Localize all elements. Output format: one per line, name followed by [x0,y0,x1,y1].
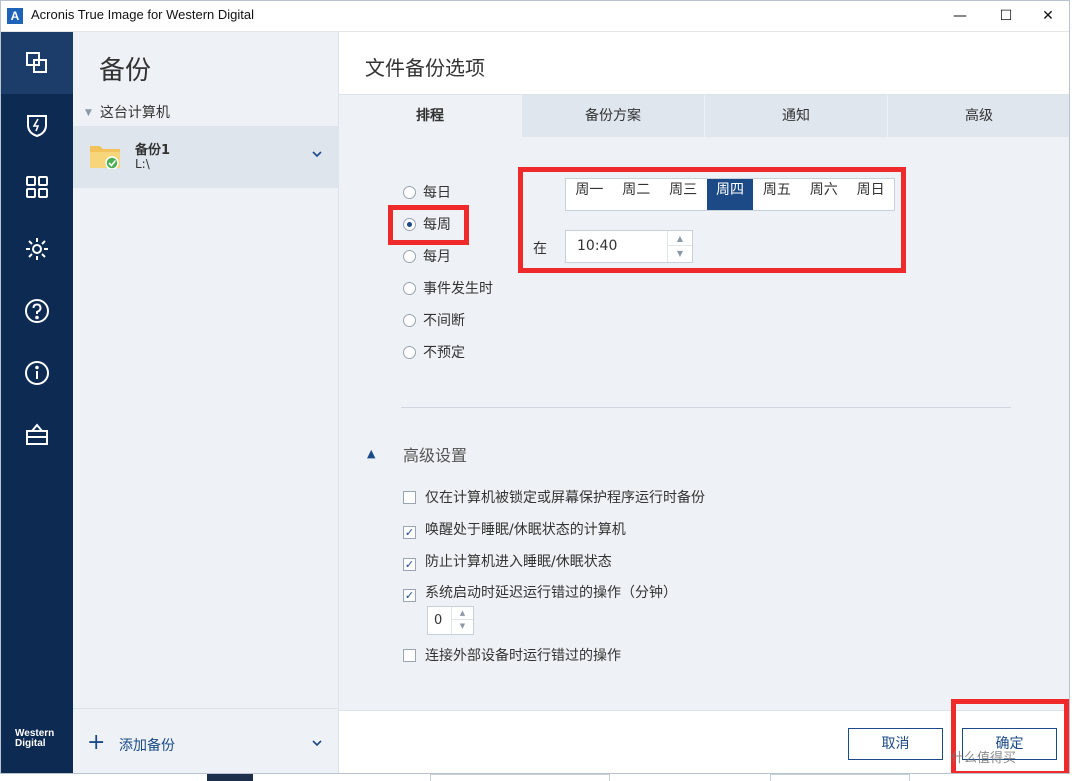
checkbox-unchecked [403,491,416,504]
delay-minutes-value: 0 [434,613,443,628]
checkbox-checked-icon: ✓ [403,526,416,539]
western-digital-logo: Western Digital [15,728,55,749]
cancel-button[interactable]: 取消 [848,728,943,760]
backup-list-panel: 备份 ▼ 这台计算机 备份1 L:\ + 添加备份 [73,32,339,773]
tree-root-this-computer[interactable]: ▼ 这台计算机 [85,102,170,122]
window-title: Acronis True Image for Western Digital [31,7,255,22]
add-backup-label: 添加备份 [119,738,175,754]
nav-store-bag-icon[interactable] [1,404,73,466]
spinner-up-icon[interactable]: ▲ [668,231,692,246]
title-bar: A Acronis True Image for Western Digital… [1,1,1069,32]
radio-circle-selected [403,218,416,231]
radio-circle [403,314,416,327]
day-sat[interactable]: 周六 [800,179,847,210]
maximize-button[interactable]: ☐ [983,1,1029,32]
radio-circle [403,346,416,359]
time-input[interactable]: 10:40 ▲ ▼ [565,230,693,263]
app-window: A Acronis True Image for Western Digital… [0,0,1070,774]
nav-tools-grid-icon[interactable] [1,156,73,218]
radio-daily[interactable]: 每日 [403,182,451,202]
nav-settings-gear-icon[interactable] [1,218,73,280]
add-backup-button[interactable]: + 添加备份 [73,708,339,773]
close-button[interactable]: ✕ [1025,1,1069,32]
page-title: 文件备份选项 [365,56,485,80]
nav-info-icon[interactable] [1,342,73,404]
tab-schedule[interactable]: 排程 [339,95,522,137]
advanced-settings-title: 高级设置 [403,446,468,465]
day-fri[interactable]: 周五 [753,179,800,210]
panel-title: 备份 [99,56,152,86]
checkbox-wake-computer[interactable]: ✓ 唤醒处于睡眠/休眠状态的计算机 [403,519,626,539]
tab-advanced[interactable]: 高级 [888,95,1069,137]
tab-notifications[interactable]: 通知 [705,95,888,137]
checkbox-unchecked [403,649,416,662]
backup-list-item[interactable]: 备份1 L:\ [73,126,339,188]
day-mon[interactable]: 周一 [566,179,613,210]
checkbox-backup-when-locked[interactable]: 仅在计算机被锁定或屏幕保护程序运行时备份 [403,487,705,507]
time-spinner: ▲ ▼ [667,231,692,262]
background-window-fragment [770,774,910,781]
time-value: 10:40 [577,238,618,254]
collapse-triangle-icon: ▼ [85,108,92,118]
spinner-down-icon[interactable]: ▼ [668,246,692,261]
options-header: 文件备份选项 [339,32,1069,95]
nav-backup-icon[interactable] [1,32,73,94]
minutes-spinner: ▲ ▼ [451,607,473,634]
day-thu[interactable]: 周四 [706,179,754,210]
tab-backup-scheme[interactable]: 备份方案 [522,95,705,137]
day-wed[interactable]: 周三 [660,179,707,210]
nav-protection-shield-icon[interactable] [1,94,73,156]
spinner-up-icon[interactable]: ▲ [452,607,473,620]
time-at-label: 在 [533,241,547,257]
chevron-up-icon[interactable]: ▲ [367,447,375,460]
section-divider [401,407,1011,408]
acronis-logo-icon: A [7,8,23,24]
plus-icon: + [87,730,106,755]
radio-circle [403,186,416,199]
day-sun[interactable]: 周日 [847,179,894,210]
chevron-down-icon[interactable] [311,148,323,160]
radio-weekly[interactable]: 每周 [403,214,451,234]
checkbox-checked-icon: ✓ [403,558,416,571]
minimize-button[interactable]: — [937,1,983,32]
delay-minutes-input[interactable]: 0 ▲ ▼ [427,606,474,635]
radio-circle [403,250,416,263]
spinner-down-icon[interactable]: ▼ [452,620,473,633]
weekday-selector: 周一 周二 周三 周四 周五 周六 周日 [565,178,895,211]
checkbox-run-on-device-connect[interactable]: 连接外部设备时运行错过的操作 [403,645,621,665]
nav-rail: Western Digital [1,32,73,773]
radio-nonstop[interactable]: 不间断 [403,310,465,330]
checkbox-checked-icon: ✓ [403,589,416,602]
chevron-down-icon[interactable] [311,737,323,749]
day-tue[interactable]: 周二 [613,179,660,210]
radio-no-schedule[interactable]: 不预定 [403,342,465,362]
options-panel: 文件备份选项 排程 备份方案 通知 高级 每日 每周 每月 事件发生时 不间断 … [339,32,1069,773]
nav-help-icon[interactable] [1,280,73,342]
background-window-fragment [430,774,610,781]
watermark-text: 什么值得买 [951,751,1017,766]
radio-on-event[interactable]: 事件发生时 [403,278,493,298]
checkbox-delay-on-startup[interactable]: ✓ 系统启动时延迟运行错过的操作（分钟） [403,582,677,602]
options-tabs: 排程 备份方案 通知 高级 [339,95,1069,137]
checkbox-prevent-sleep[interactable]: ✓ 防止计算机进入睡眠/休眠状态 [403,551,612,571]
folder-ok-icon [90,146,120,169]
backup-name: 备份1 [135,143,171,158]
radio-circle [403,282,416,295]
backup-path: L:\ [135,157,150,171]
background-window-fragment [207,774,253,781]
radio-monthly[interactable]: 每月 [403,246,451,266]
